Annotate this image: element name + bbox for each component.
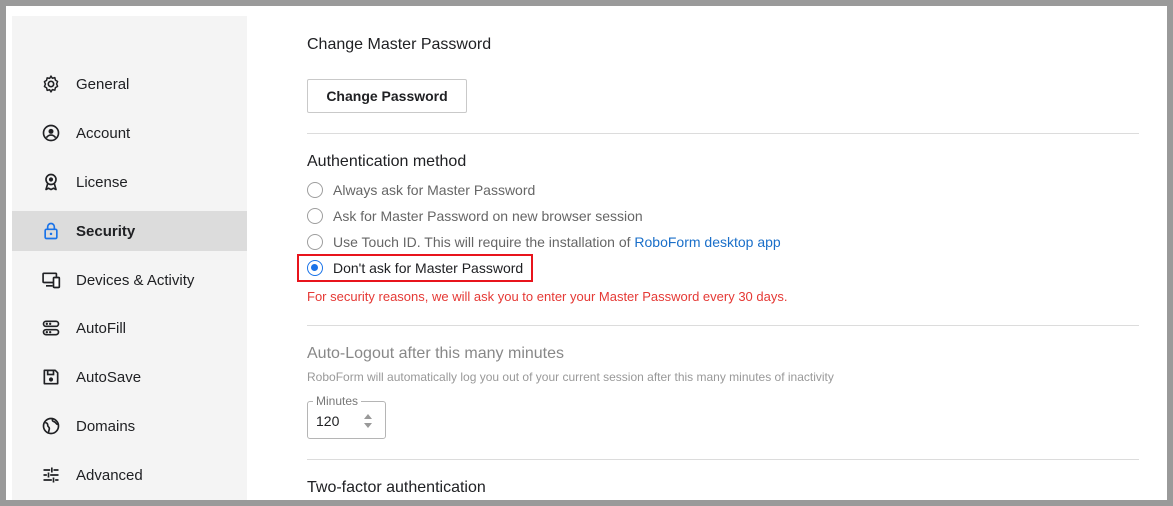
sidebar-item-advanced[interactable]: Advanced <box>12 455 247 495</box>
radio-button[interactable] <box>307 182 323 198</box>
sidebar-item-label: Domains <box>76 417 136 435</box>
two-factor-authentication-title: Two-factor authentication <box>307 479 486 496</box>
settings-window: General Account License Security Devices… <box>6 6 1167 500</box>
sidebar-item-general[interactable]: General <box>12 64 247 104</box>
sidebar-item-label: License <box>76 173 128 191</box>
sidebar-item-label: Devices & Activity <box>76 271 195 289</box>
sidebar-item-label: Account <box>76 124 131 142</box>
radio-button[interactable] <box>307 208 323 224</box>
save-icon <box>40 366 62 388</box>
autofill-icon <box>40 317 62 339</box>
sidebar-item-label: AutoSave <box>76 368 142 386</box>
divider <box>307 133 1139 134</box>
auth-option-always-ask[interactable]: Always ask for Master Password <box>307 179 535 201</box>
sidebar: General Account License Security Devices… <box>12 16 247 500</box>
radio-label: Ask for Master Password on new browser s… <box>333 208 643 224</box>
auto-logout-title: Auto-Logout after this many minutes <box>307 345 565 362</box>
minutes-value[interactable]: 120 <box>316 413 339 429</box>
security-warning-text: For security reasons, we will ask you to… <box>307 289 788 304</box>
settings-content: Change Master Password Change Password A… <box>297 6 1139 500</box>
radio-label: Always ask for Master Password <box>333 182 536 198</box>
sidebar-item-security[interactable]: Security <box>12 211 247 251</box>
auto-logout-description: RoboForm will automatically log you out … <box>307 370 834 384</box>
sidebar-item-account[interactable]: Account <box>12 113 247 153</box>
change-master-password-title: Change Master Password <box>307 36 492 53</box>
sidebar-item-label: Advanced <box>76 466 143 484</box>
divider <box>307 325 1139 326</box>
sidebar-item-license[interactable]: License <box>12 162 247 202</box>
change-password-button[interactable]: Change Password <box>307 79 467 113</box>
license-badge-icon <box>40 171 62 193</box>
auth-option-new-session[interactable]: Ask for Master Password on new browser s… <box>307 205 643 227</box>
radio-label: Use Touch ID. This will require the inst… <box>333 234 781 250</box>
minutes-stepper[interactable]: Minutes 120 <box>307 394 386 439</box>
sliders-icon <box>40 464 62 486</box>
authentication-method-title: Authentication method <box>307 153 467 170</box>
globe-icon <box>40 415 62 437</box>
sidebar-item-label: AutoFill <box>76 319 127 337</box>
touch-id-text: Use Touch ID. This will require the inst… <box>333 234 631 250</box>
stepper-arrows-icon[interactable] <box>363 411 373 431</box>
account-circle-icon <box>40 122 62 144</box>
sidebar-item-label: General <box>76 75 130 93</box>
radio-button[interactable] <box>307 234 323 250</box>
auth-option-touch-id[interactable]: Use Touch ID. This will require the inst… <box>307 231 781 253</box>
sidebar-item-autofill[interactable]: AutoFill <box>12 308 247 348</box>
gear-icon <box>40 73 62 95</box>
sidebar-item-devices-activity[interactable]: Devices & Activity <box>12 260 247 300</box>
sidebar-item-autosave[interactable]: AutoSave <box>12 357 247 397</box>
minutes-field-label: Minutes <box>313 394 362 408</box>
roboform-desktop-app-link[interactable]: RoboForm desktop app <box>634 234 780 250</box>
sidebar-item-label: Security <box>76 222 136 240</box>
lock-icon <box>40 220 62 242</box>
divider <box>307 459 1139 460</box>
sidebar-item-domains[interactable]: Domains <box>12 406 247 446</box>
highlight-box <box>297 254 533 282</box>
devices-icon <box>40 269 62 291</box>
